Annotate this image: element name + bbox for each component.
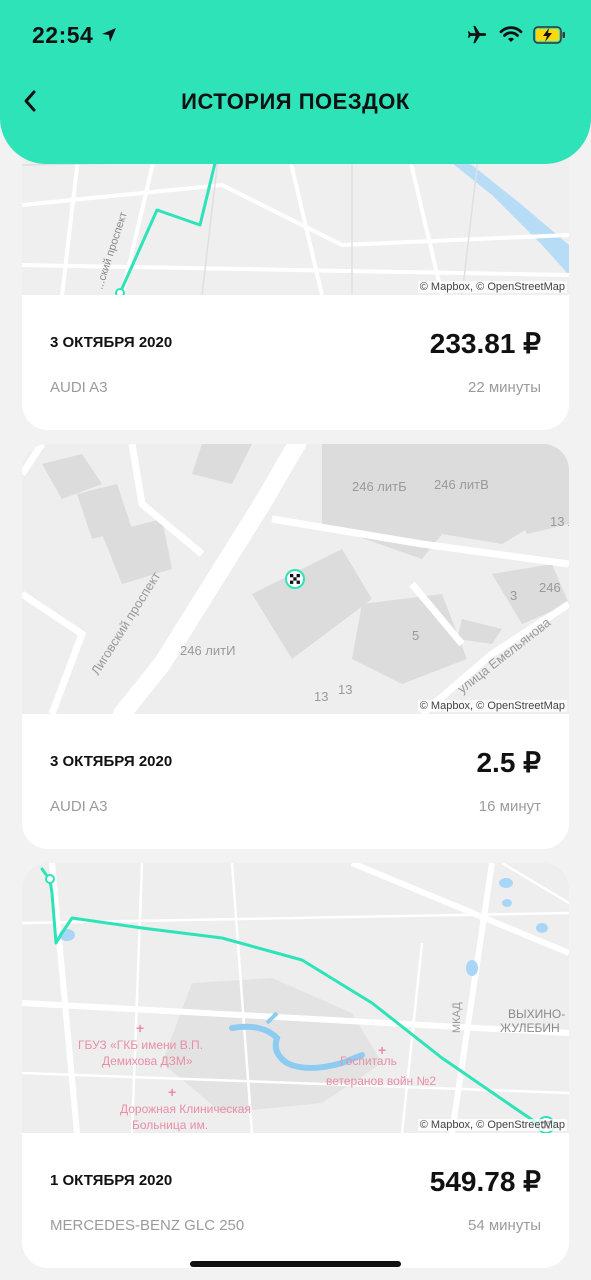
trip-date: 3 ОКТЯБРЯ 2020	[50, 753, 173, 770]
svg-text:+: +	[136, 1020, 144, 1036]
map-attribution: © Mapbox, © OpenStreetMap	[417, 700, 567, 712]
trip-info: 1 ОКТЯБРЯ 2020 549.78 ₽ MERCEDES-BENZ GL…	[22, 1133, 569, 1268]
map-label: Госпиталь	[340, 1054, 397, 1068]
map-label: Дорожная Клиническая	[120, 1102, 251, 1116]
trip-price: 549.78 ₽	[429, 1166, 541, 1197]
map-label: 5	[412, 628, 419, 643]
trip-info: 3 ОКТЯБРЯ 2020 2.5 ₽ AUDI A3 16 минут	[22, 714, 569, 849]
map-label: 13 л	[550, 514, 569, 529]
map-label: 13	[314, 689, 328, 704]
map-label: 246 литВ	[434, 477, 489, 492]
map-label: ветеранов войн №2	[326, 1074, 436, 1088]
svg-text:+: +	[168, 1084, 176, 1100]
trip-price: 233.81 ₽	[429, 328, 541, 359]
trip-info: 3 ОКТЯБРЯ 2020 233.81 ₽ AUDI A3 22 минут…	[22, 295, 569, 430]
trip-car: AUDI A3	[50, 798, 108, 815]
map-label: 3	[510, 588, 517, 603]
wifi-icon	[499, 26, 523, 42]
map-attribution: © Mapbox, © OpenStreetMap	[417, 1119, 567, 1131]
battery-charging-icon	[533, 26, 565, 44]
map-attribution: © Mapbox, © OpenStreetMap	[417, 281, 567, 293]
airplane-icon	[467, 25, 487, 44]
trip-card[interactable]: 246 литБ 246 литВ Лиговский проспект 246…	[22, 444, 569, 849]
trip-car: AUDI A3	[50, 379, 108, 396]
trip-duration: 54 минуты	[468, 1217, 541, 1234]
map-label: МКАД	[451, 1002, 463, 1033]
trip-map: 246 литБ 246 литВ Лиговский проспект 246…	[22, 444, 569, 714]
map-label: ГБУЗ «ГКБ имени В.П.	[78, 1038, 203, 1052]
map-label: ЖУЛЕБИН	[500, 1021, 560, 1035]
trip-date: 3 ОКТЯБРЯ 2020	[50, 334, 173, 351]
map-label: ВЫХИНО-	[508, 1007, 565, 1021]
trip-duration: 16 минут	[478, 798, 541, 815]
svg-text:+: +	[378, 1042, 386, 1058]
trip-card[interactable]: ГБУЗ «ГКБ имени В.П. Демихова ДЗМ» Госпи…	[22, 863, 569, 1268]
finish-flag-icon	[285, 569, 305, 589]
trip-price: 2.5 ₽	[476, 747, 541, 778]
map-label: 246 литБ	[352, 479, 407, 494]
page-title: ИСТОРИЯ ПОЕЗДОК	[181, 89, 410, 114]
status-time: 22:54	[32, 22, 94, 48]
status-bar: 22:54	[0, 20, 591, 52]
trip-car: MERCEDES-BENZ GLC 250	[50, 1217, 245, 1234]
map-label: 13	[338, 682, 352, 697]
map-label: 246 литИ	[180, 643, 235, 658]
trip-card[interactable]: ...ский проспект © Mapbox, © OpenStreetM…	[22, 125, 569, 430]
trip-map: ГБУЗ «ГКБ имени В.П. Демихова ДЗМ» Госпи…	[22, 863, 569, 1133]
app-header: 22:54 ИСТОРИЯ ПОЕЗДОК	[0, 0, 591, 164]
home-indicator[interactable]	[190, 1261, 401, 1267]
map-label: Демихова ДЗМ»	[102, 1054, 193, 1068]
location-arrow-icon	[102, 28, 116, 42]
trip-date: 1 ОКТЯБРЯ 2020	[50, 1172, 173, 1189]
map-label: 246	[539, 580, 561, 595]
map-label: Больница им.	[132, 1118, 208, 1132]
trip-duration: 22 минуты	[468, 379, 541, 396]
